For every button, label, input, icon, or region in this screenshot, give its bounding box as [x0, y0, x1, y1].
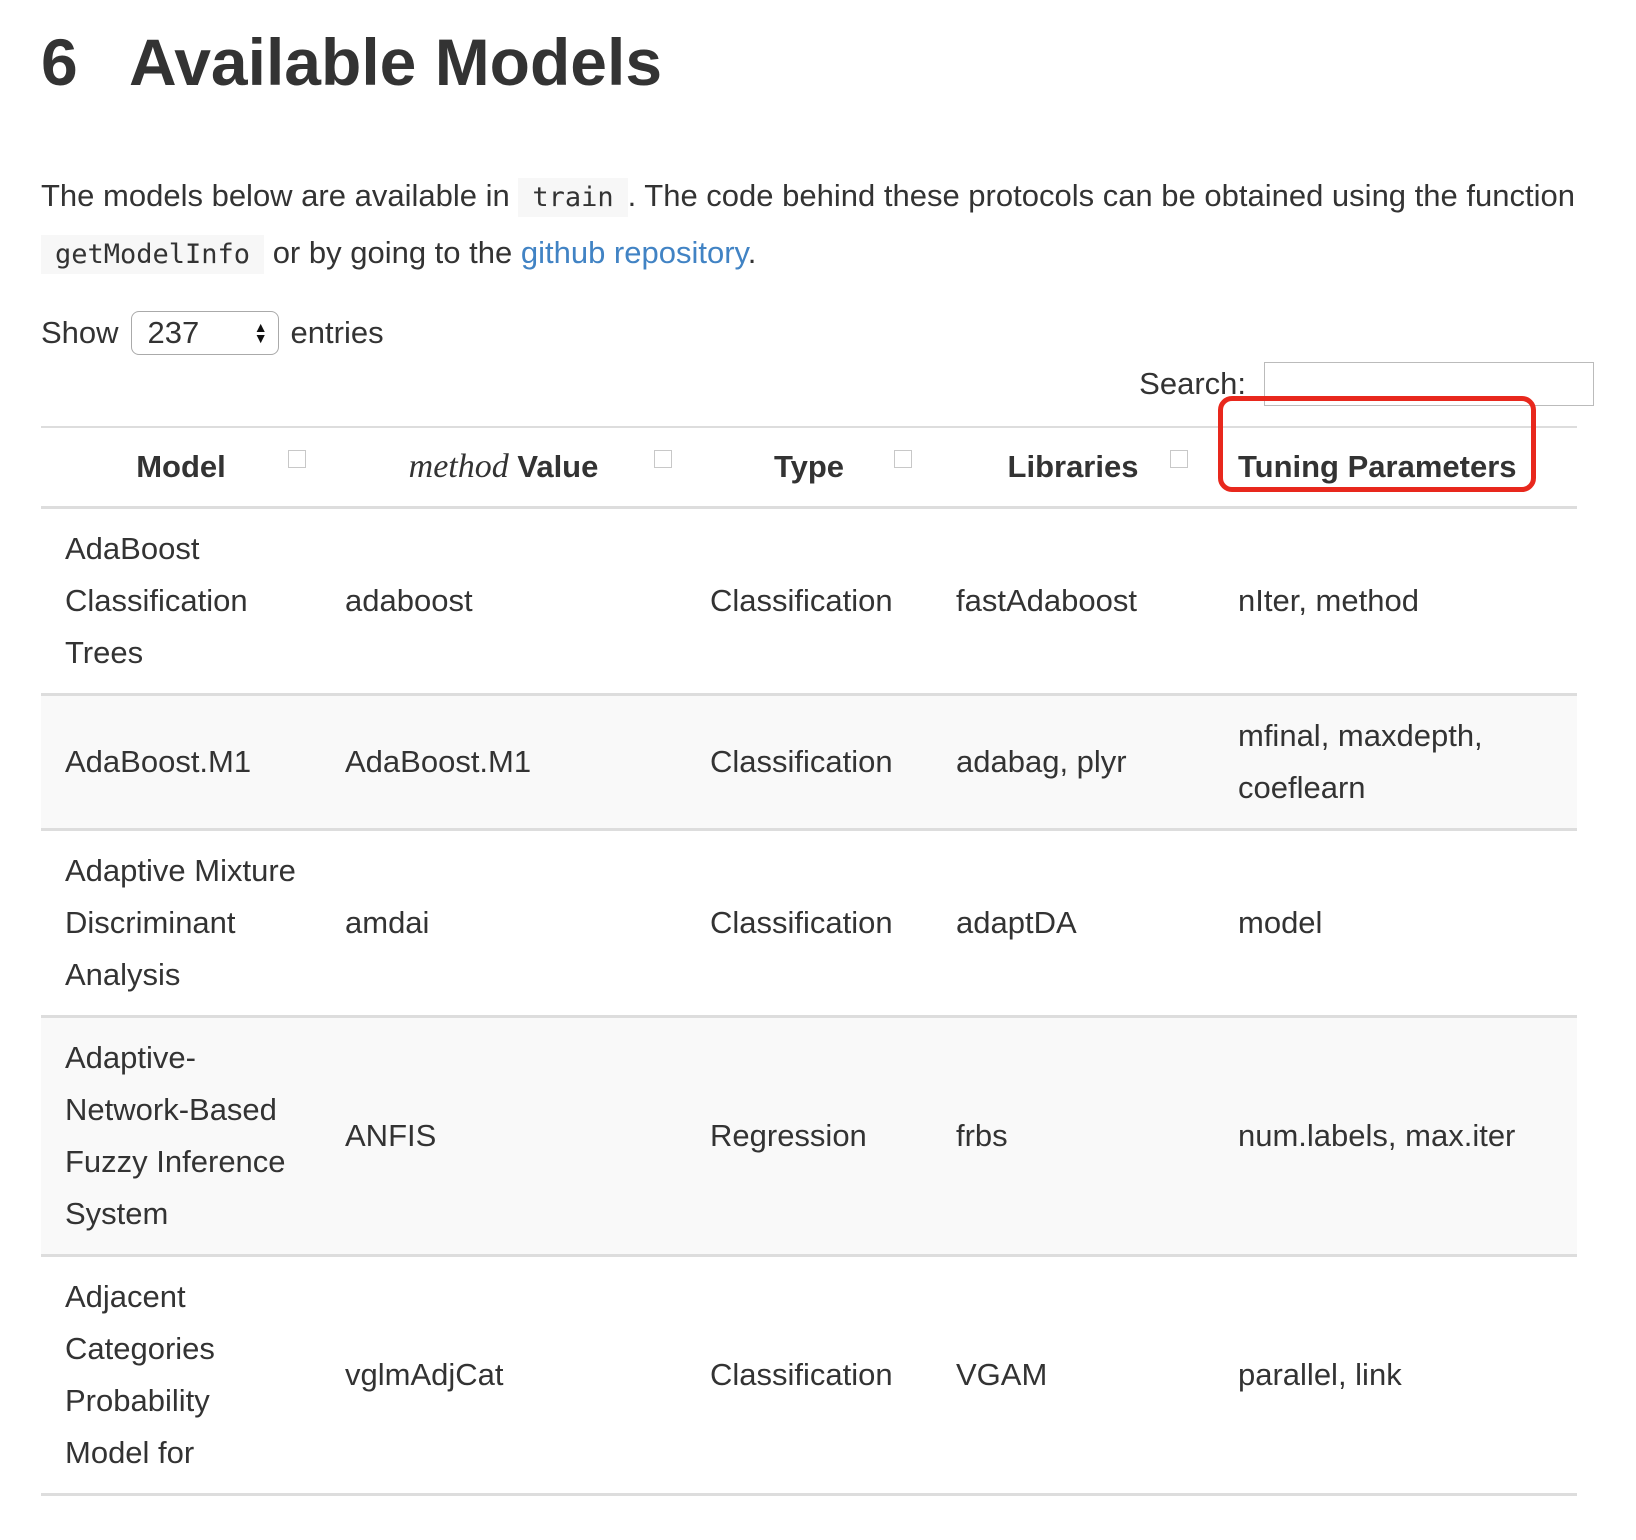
cell-method: amdai — [321, 829, 686, 1018]
section-title: Available Models — [129, 25, 663, 99]
show-label: Show — [41, 315, 119, 350]
entries-select-value: 237 — [147, 315, 200, 350]
select-arrows-icon: ▲ ▼ — [253, 319, 268, 346]
getmodelinfo-code: getModelInfo — [41, 235, 265, 274]
header-method-rest: Value — [517, 449, 599, 484]
sort-icon — [1170, 450, 1188, 468]
entries-label: entries — [290, 315, 384, 350]
table-row: AdaBoost.M1 AdaBoost.M1 Classification a… — [41, 694, 1577, 831]
search-label: Search: — [1139, 366, 1246, 401]
cell-tuning: mfinal, maxdepth, coeflearn — [1214, 694, 1577, 831]
cell-method: adaboost — [321, 507, 686, 696]
cell-model: Adaptive-Network-Based Fuzzy Inference S… — [41, 1016, 321, 1257]
header-model-label: Model — [136, 449, 226, 484]
cell-type: Classification — [686, 1255, 932, 1496]
entries-select[interactable]: 237 ▲ ▼ — [130, 311, 279, 355]
cell-type: Regression — [686, 1016, 932, 1257]
cell-model: Adaptive Mixture Discriminant Analysis — [41, 829, 321, 1018]
cell-model: AdaBoost.M1 — [41, 694, 321, 831]
table-header-row: Model method Value Type Libraries Tuning… — [41, 426, 1577, 509]
cell-libraries: adabag, plyr — [932, 694, 1214, 831]
header-method-value[interactable]: method Value — [321, 426, 686, 509]
header-tuning-parameters[interactable]: Tuning Parameters — [1214, 426, 1577, 509]
intro-text-2: . The code behind these protocols can be… — [627, 178, 1575, 213]
cell-type: Classification — [686, 694, 932, 831]
table-row: AdaBoost Classification Trees adaboost C… — [41, 507, 1577, 696]
train-code: train — [518, 178, 628, 217]
sort-icon — [654, 450, 672, 468]
cell-type: Classification — [686, 507, 932, 696]
intro-paragraph: The models below are available in train.… — [41, 168, 1601, 282]
table-row: Adjacent Categories Probability Model fo… — [41, 1255, 1577, 1496]
header-tuning-label: Tuning Parameters — [1238, 449, 1517, 484]
search-input[interactable] — [1264, 362, 1594, 406]
cell-model: Adjacent Categories Probability Model fo… — [41, 1255, 321, 1496]
header-libraries-label: Libraries — [1007, 449, 1139, 484]
section-number: 6 — [41, 25, 78, 99]
cell-tuning: model — [1214, 829, 1577, 1018]
cell-method: ANFIS — [321, 1016, 686, 1257]
header-type-label: Type — [773, 449, 845, 484]
header-type[interactable]: Type — [686, 426, 932, 509]
header-libraries[interactable]: Libraries — [932, 426, 1214, 509]
header-method-italic: method — [408, 448, 509, 485]
sort-icon — [894, 450, 912, 468]
cell-method: AdaBoost.M1 — [321, 694, 686, 831]
cell-tuning: parallel, link — [1214, 1255, 1577, 1496]
sort-icon — [288, 450, 306, 468]
header-model[interactable]: Model — [41, 426, 321, 509]
intro-text-end: . — [747, 235, 757, 270]
page-title: 6 Available Models — [41, 22, 662, 102]
intro-text-1: The models below are available in — [41, 178, 519, 213]
models-table-container: Model method Value Type Libraries Tuning… — [41, 426, 1577, 1540]
cell-method: vglmAdjCat — [321, 1255, 686, 1496]
models-table: Model method Value Type Libraries Tuning… — [41, 426, 1577, 1496]
cell-libraries: fastAdaboost — [932, 507, 1214, 696]
github-repository-link[interactable]: github repository — [521, 235, 748, 270]
entries-length-control: Show 237 ▲ ▼ entries — [41, 308, 384, 358]
cell-model: AdaBoost Classification Trees — [41, 507, 321, 696]
table-row: Adaptive Mixture Discriminant Analysis a… — [41, 829, 1577, 1018]
cell-libraries: frbs — [932, 1016, 1214, 1257]
table-row: Adaptive-Network-Based Fuzzy Inference S… — [41, 1016, 1577, 1257]
cell-type: Classification — [686, 829, 932, 1018]
search-control: Search: — [1139, 362, 1594, 406]
cell-tuning: num.labels, max.iter — [1214, 1016, 1577, 1257]
cell-libraries: adaptDA — [932, 829, 1214, 1018]
cell-tuning: nIter, method — [1214, 507, 1577, 696]
cell-libraries: VGAM — [932, 1255, 1214, 1496]
intro-text-3: or by going to the — [264, 235, 521, 270]
